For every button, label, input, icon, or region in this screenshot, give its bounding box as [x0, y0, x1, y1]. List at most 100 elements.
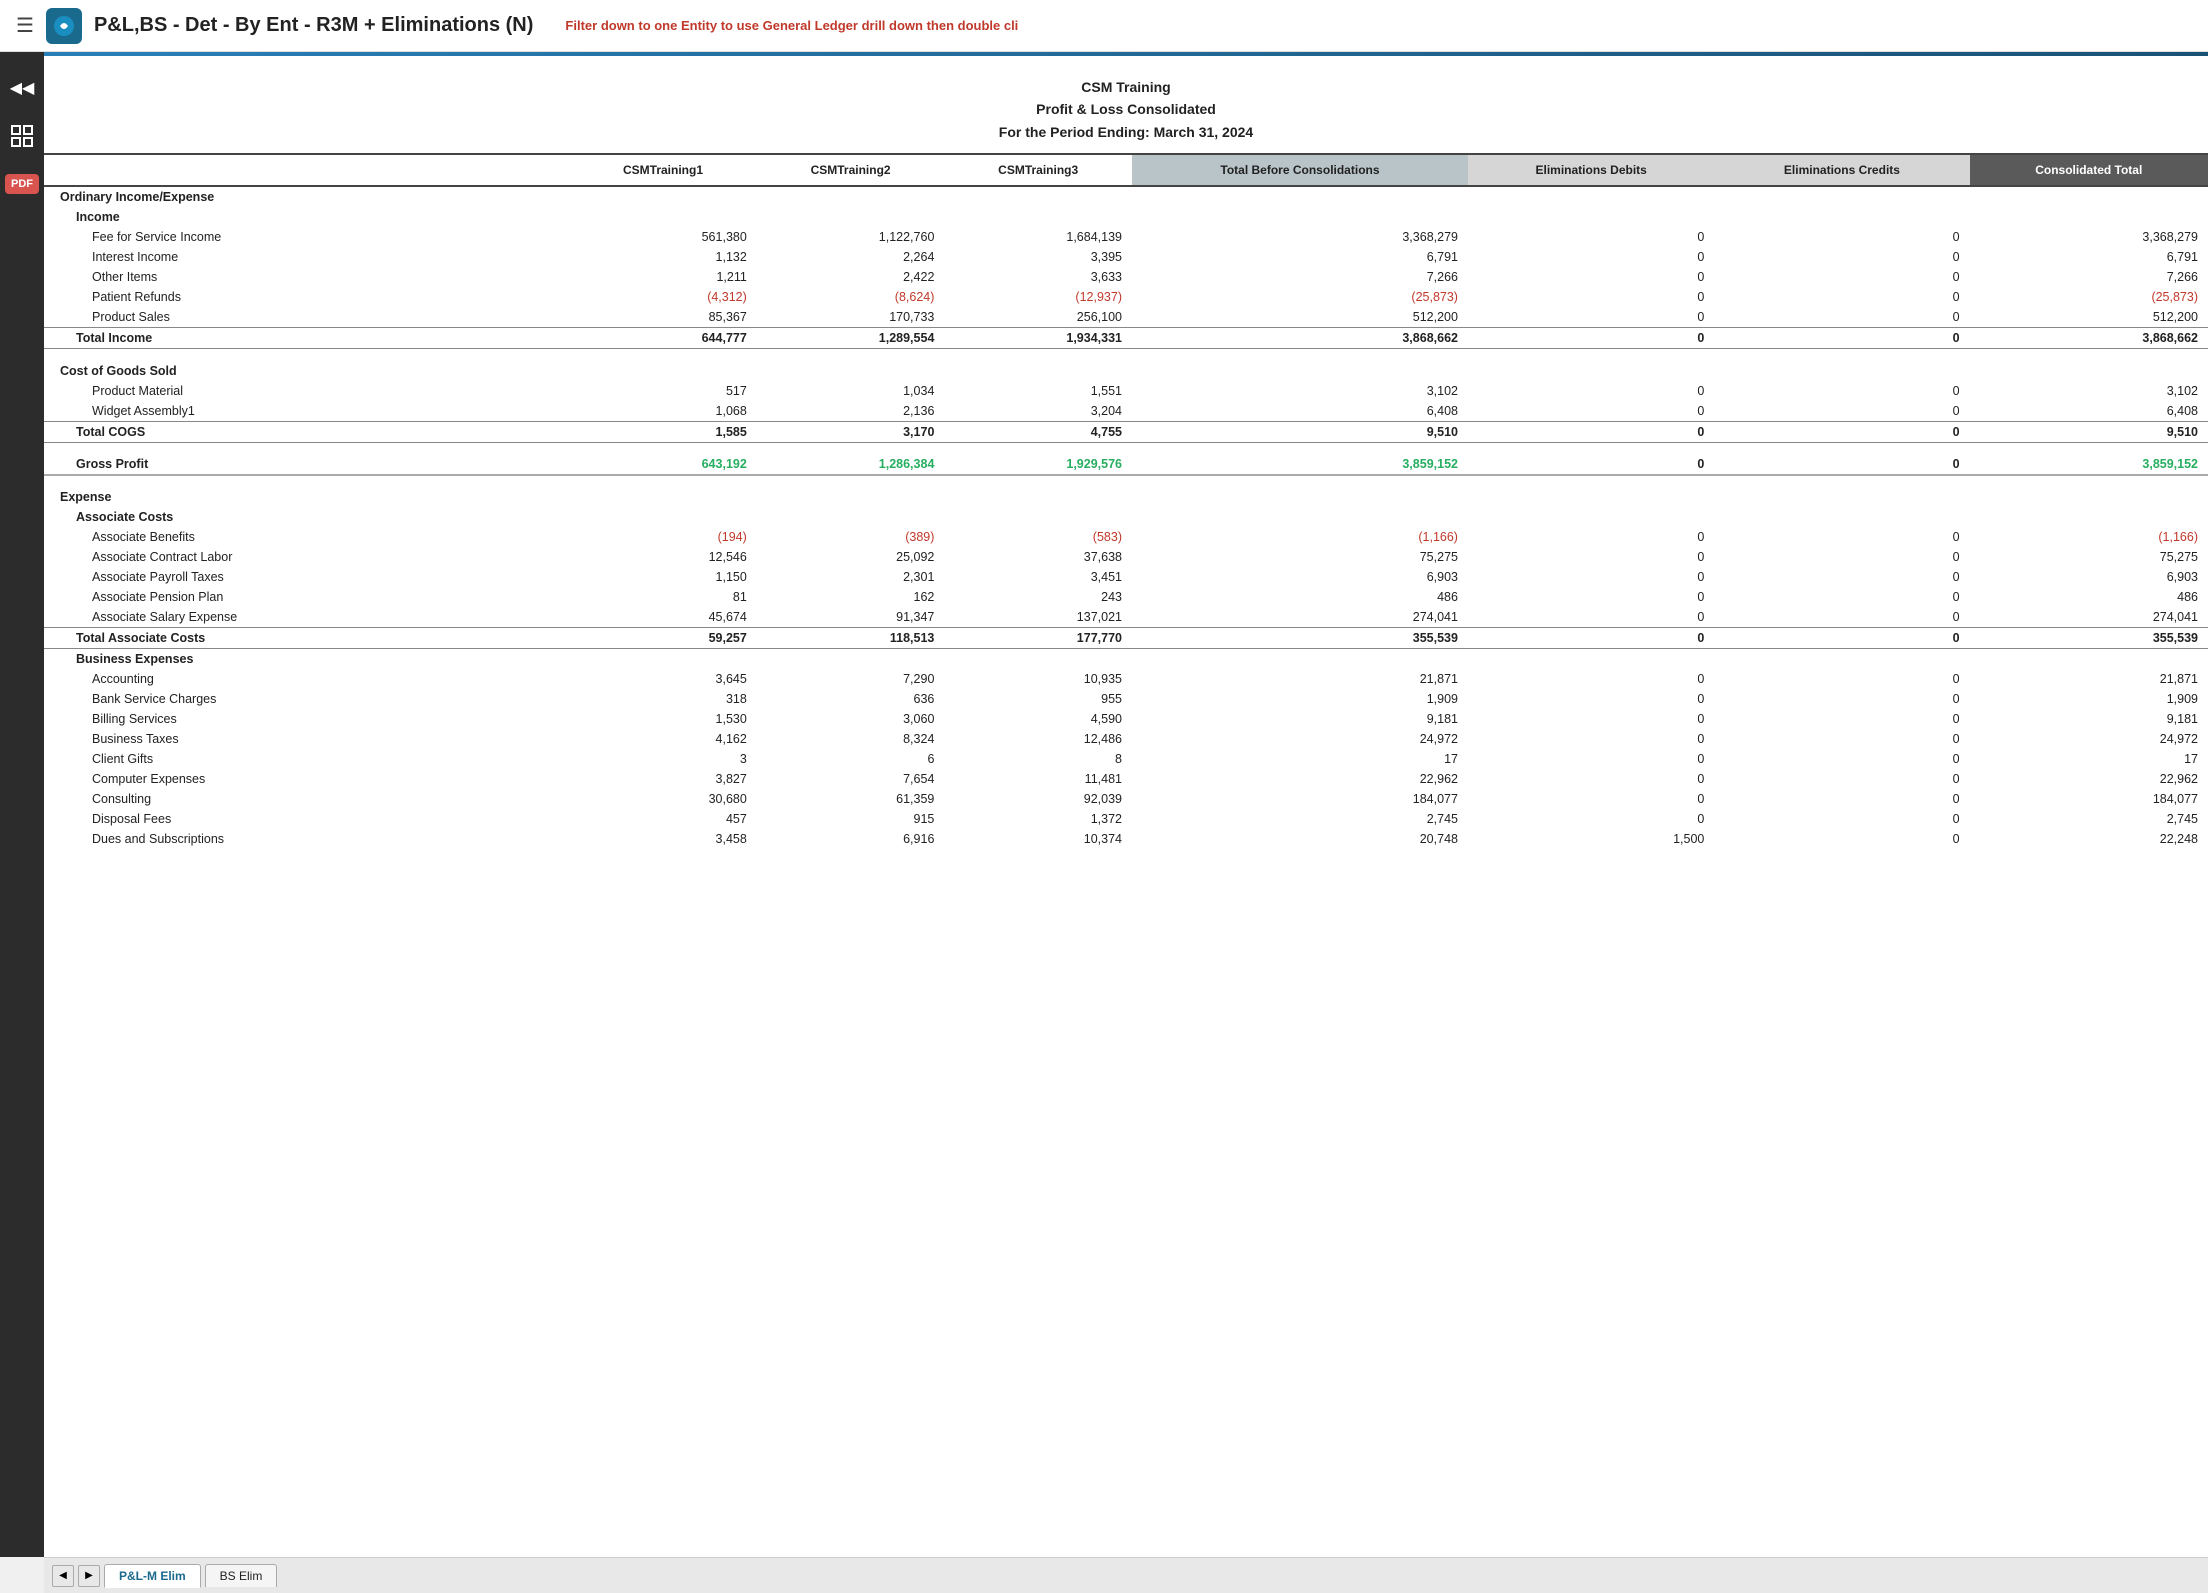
hamburger-icon[interactable]: ☰ — [16, 13, 34, 38]
row-value: 3,645 — [569, 669, 757, 689]
row-value — [944, 361, 1132, 381]
row-value: 561,380 — [569, 227, 757, 247]
tab-pl-m-elim[interactable]: P&L-M Elim — [104, 1564, 201, 1588]
row-value: 24,972 — [1970, 729, 2208, 749]
row-label: Business Expenses — [44, 649, 569, 670]
table-row: Bank Service Charges3186369551,909001,90… — [44, 689, 2208, 709]
row-label: Patient Refunds — [44, 287, 569, 307]
rewind-icon[interactable]: ◀◀ — [6, 72, 38, 104]
row-value: 2,745 — [1970, 809, 2208, 829]
row-value — [1714, 507, 1969, 527]
row-value — [944, 186, 1132, 207]
row-value: 0 — [1468, 607, 1714, 628]
row-value — [757, 207, 945, 227]
table-row: Total Associate Costs59,257118,513177,77… — [44, 628, 2208, 649]
row-value: 0 — [1468, 749, 1714, 769]
row-value: 643,192 — [569, 454, 757, 475]
row-value: (1,166) — [1132, 527, 1468, 547]
row-value: 2,301 — [757, 567, 945, 587]
tab-bs-elim[interactable]: BS Elim — [205, 1564, 278, 1587]
row-value: 21,871 — [1132, 669, 1468, 689]
row-value: 8 — [944, 749, 1132, 769]
report-body: Ordinary Income/ExpenseIncomeFee for Ser… — [44, 186, 2208, 849]
row-value: 177,770 — [944, 628, 1132, 649]
row-value: 7,654 — [757, 769, 945, 789]
row-value: 0 — [1468, 307, 1714, 328]
row-value: 22,962 — [1132, 769, 1468, 789]
row-label: Interest Income — [44, 247, 569, 267]
row-value: 6,791 — [1970, 247, 2208, 267]
row-value: 0 — [1468, 769, 1714, 789]
table-row: Widget Assembly11,0682,1363,2046,408006,… — [44, 401, 2208, 422]
row-value: 2,422 — [757, 267, 945, 287]
row-value: 2,745 — [1132, 809, 1468, 829]
row-value: 0 — [1468, 709, 1714, 729]
row-value: 25,092 — [757, 547, 945, 567]
row-value: 0 — [1714, 709, 1969, 729]
grid-icon[interactable] — [6, 120, 38, 152]
col-header-5: Eliminations Debits — [1468, 154, 1714, 186]
row-value — [1714, 487, 1969, 507]
row-value: 24,972 — [1132, 729, 1468, 749]
row-value — [1970, 207, 2208, 227]
row-label: Dues and Subscriptions — [44, 829, 569, 849]
table-row: Associate Benefits(194)(389)(583)(1,166)… — [44, 527, 2208, 547]
tab-prev-button[interactable]: ◀ — [52, 1565, 74, 1587]
pdf-icon[interactable]: PDF — [6, 168, 38, 200]
row-value: 3,868,662 — [1970, 328, 2208, 349]
row-label: Product Material — [44, 381, 569, 401]
table-row: Patient Refunds(4,312)(8,624)(12,937)(25… — [44, 287, 2208, 307]
row-label: Expense — [44, 487, 569, 507]
row-value: 1,211 — [569, 267, 757, 287]
row-value: 75,275 — [1970, 547, 2208, 567]
row-value: 0 — [1468, 669, 1714, 689]
row-label: Widget Assembly1 — [44, 401, 569, 422]
filter-entity: Entity — [681, 18, 717, 33]
row-value: 0 — [1714, 689, 1969, 709]
row-value: 457 — [569, 809, 757, 829]
row-value — [1468, 207, 1714, 227]
row-value: 1,585 — [569, 421, 757, 442]
row-value: 0 — [1468, 328, 1714, 349]
row-value: 37,638 — [944, 547, 1132, 567]
row-value: (25,873) — [1132, 287, 1468, 307]
row-value: 0 — [1714, 669, 1969, 689]
row-value: 0 — [1714, 454, 1969, 475]
row-label: Client Gifts — [44, 749, 569, 769]
row-value: 4,590 — [944, 709, 1132, 729]
row-value: 184,077 — [1132, 789, 1468, 809]
row-value: 3,060 — [757, 709, 945, 729]
row-value: 355,539 — [1970, 628, 2208, 649]
filter-hint: Filter down to one Entity to use General… — [565, 18, 1018, 33]
row-value: 0 — [1714, 567, 1969, 587]
row-value: 0 — [1714, 267, 1969, 287]
col-header-2: CSMTraining2 — [757, 154, 945, 186]
main-content: CSM Training Profit & Loss Consolidated … — [44, 52, 2208, 1557]
row-value: 12,546 — [569, 547, 757, 567]
row-value: 22,962 — [1970, 769, 2208, 789]
row-value — [569, 361, 757, 381]
row-value — [1970, 487, 2208, 507]
row-label: Associate Benefits — [44, 527, 569, 547]
left-sidebar: ◀◀ PDF — [0, 52, 44, 1557]
row-value: 0 — [1714, 247, 1969, 267]
row-value: 0 — [1714, 809, 1969, 829]
row-value: 81 — [569, 587, 757, 607]
tab-next-button[interactable]: ▶ — [78, 1565, 100, 1587]
row-value — [1132, 207, 1468, 227]
row-value: 1,289,554 — [757, 328, 945, 349]
row-value: 61,359 — [757, 789, 945, 809]
row-value — [1714, 207, 1969, 227]
table-row: Dues and Subscriptions3,4586,91610,37420… — [44, 829, 2208, 849]
row-label: Other Items — [44, 267, 569, 287]
row-value: 3,451 — [944, 567, 1132, 587]
row-value: 0 — [1468, 247, 1714, 267]
table-header-row: CSMTraining1 CSMTraining2 CSMTraining3 T… — [44, 154, 2208, 186]
row-label: Consulting — [44, 789, 569, 809]
row-value — [1468, 487, 1714, 507]
row-value: 6,791 — [1132, 247, 1468, 267]
row-value — [757, 507, 945, 527]
row-value — [1132, 186, 1468, 207]
row-value: 11,481 — [944, 769, 1132, 789]
row-label: Accounting — [44, 669, 569, 689]
